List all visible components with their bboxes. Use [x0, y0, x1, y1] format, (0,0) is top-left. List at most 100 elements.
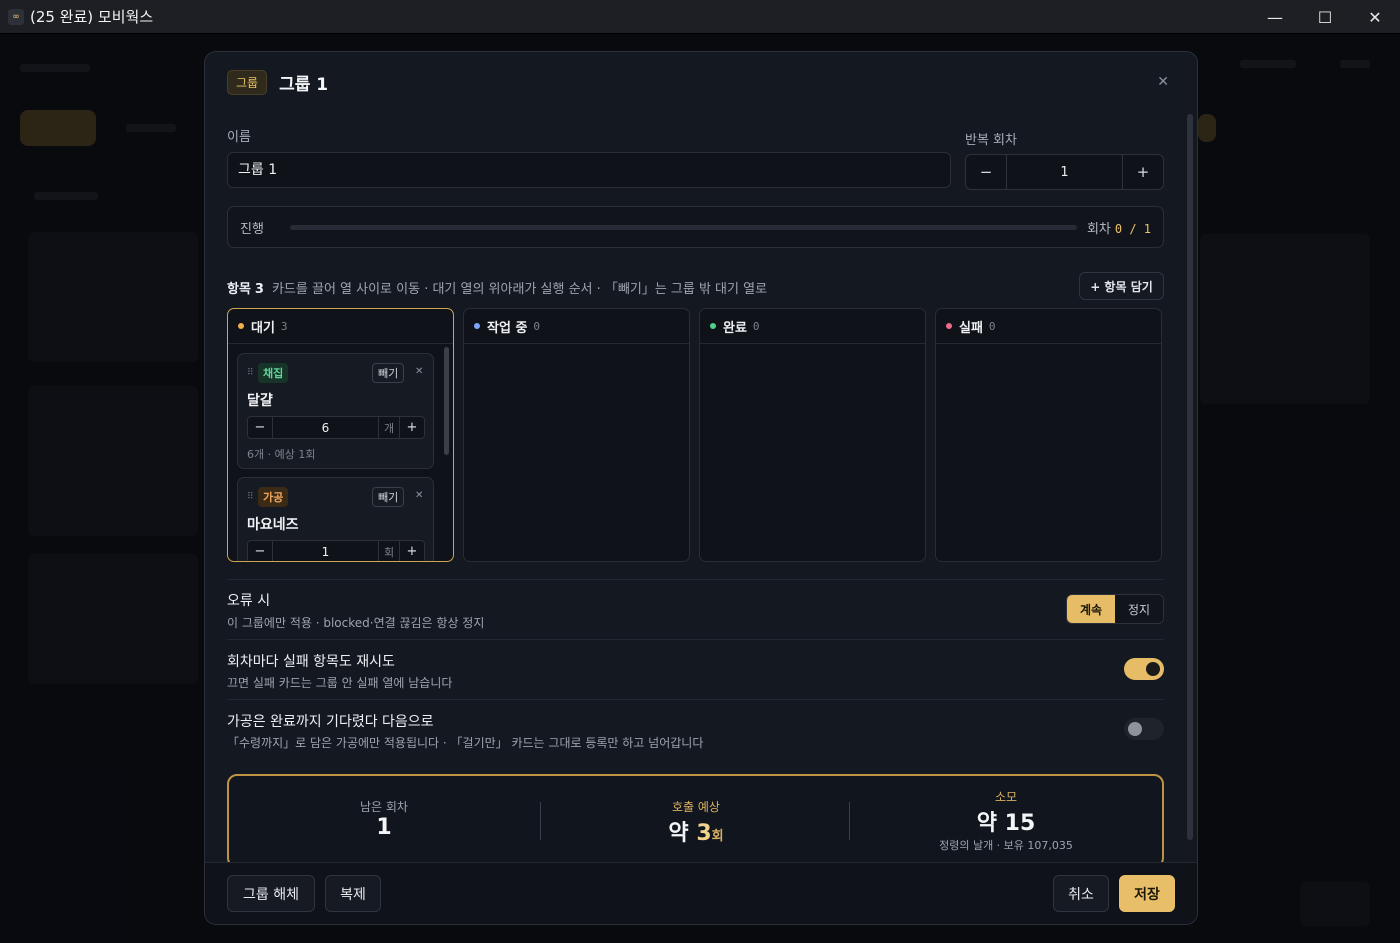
on-error-title: 오류 시	[227, 593, 271, 609]
cost-prefix: 약	[976, 811, 997, 836]
duplicate-button[interactable]: 복제	[325, 875, 381, 912]
wait-desc: 「수령까지」로 담은 가공에만 적용됩니다 · 「걸기만」 카드는 그대로 등록…	[227, 736, 704, 750]
quantity-stepper: − 1 회 +	[247, 540, 425, 561]
decrement-button[interactable]: −	[248, 541, 272, 561]
window-title: (25 완료) 모비웍스	[30, 8, 154, 26]
cost-value-row: 약 15	[851, 805, 1161, 837]
remove-from-group-button[interactable]: 빼기	[372, 363, 405, 383]
repeat-stepper: − 1 +	[965, 154, 1164, 190]
item-meta: 6개 · 예상 1회	[247, 448, 316, 461]
summary-panel: 남은 회차 1 호출 예상 약 3회 소모 약 15 정령의 날개 · 보유 1…	[227, 774, 1164, 862]
quantity-value[interactable]: 1	[272, 541, 378, 561]
progress-count: 회차 0 / 1	[1087, 218, 1151, 237]
save-button[interactable]: 저장	[1119, 875, 1175, 912]
divider	[227, 579, 1164, 580]
summary-cost: 소모 약 15 정령의 날개 · 보유 107,035	[851, 776, 1161, 862]
retry-title: 회차마다 실패 항목도 재시도	[227, 654, 395, 670]
cost-sub: 정령의 날개 · 보유 107,035	[939, 839, 1073, 852]
minimize-icon[interactable]: —	[1250, 0, 1300, 34]
quantity-stepper: − 6 개 +	[247, 416, 425, 439]
column-failed[interactable]: 실패 0	[935, 308, 1162, 562]
calls-label: 호출 예상	[672, 800, 720, 814]
round-count: 0 / 1	[1114, 221, 1151, 236]
name-input[interactable]: 그룹 1	[227, 152, 951, 188]
retry-toggle[interactable]	[1124, 658, 1164, 680]
app-icon: ∞	[8, 8, 24, 25]
increment-button[interactable]: +	[1123, 155, 1163, 189]
maximize-icon[interactable]: ☐	[1300, 0, 1350, 34]
decrement-button[interactable]: −	[966, 155, 1006, 189]
item-card[interactable]: ⠿ 가공 빼기 ✕ 마요네즈 − 1 회 +	[237, 477, 434, 561]
column-count: 0	[533, 319, 541, 333]
toggle-knob	[1128, 722, 1142, 736]
continue-option[interactable]: 계속	[1067, 595, 1115, 623]
add-item-button[interactable]: + 항목 담기	[1079, 272, 1164, 300]
status-dot	[946, 323, 952, 329]
status-dot	[474, 323, 480, 329]
quantity-unit: 개	[378, 417, 400, 438]
column-title: 실패	[959, 320, 983, 336]
repeat-label: 반복 회차	[965, 133, 1017, 148]
column-header: 대기 3	[228, 309, 453, 344]
drag-handle-icon[interactable]: ⠿	[247, 492, 254, 502]
column-header: 실패 0	[936, 309, 1161, 344]
column-title: 완료	[723, 320, 747, 336]
stop-option[interactable]: 정지	[1115, 595, 1163, 623]
modal-footer: 그룹 해체 복제 취소 저장	[205, 862, 1197, 924]
column-header: 완료 0	[700, 309, 925, 344]
quantity-value[interactable]: 6	[272, 417, 378, 438]
modal-body: 이름 그룹 1 반복 회차 − 1 + 진행 회차 0 / 1 항목 3 카드를 …	[205, 112, 1197, 862]
remaining-label: 남은 회차	[360, 800, 408, 814]
delete-item-icon[interactable]: ✕	[415, 490, 423, 501]
progress-label: 진행	[240, 221, 264, 237]
modal-scrollbar[interactable]	[1187, 114, 1193, 840]
item-name: 달걀	[247, 393, 273, 409]
status-dot	[238, 323, 244, 329]
cost-value: 15	[1004, 811, 1036, 836]
column-header: 작업 중 0	[464, 309, 689, 344]
column-scrollbar[interactable]	[444, 347, 449, 455]
item-tag: 가공	[258, 487, 289, 507]
calls-value: 3	[696, 821, 712, 846]
close-icon[interactable]: ✕	[1157, 74, 1169, 90]
column-in-progress[interactable]: 작업 중 0	[463, 308, 690, 562]
increment-button[interactable]: +	[400, 417, 424, 438]
modal-title: 그룹 1	[279, 75, 329, 95]
window-controls: — ☐ ✕	[1250, 0, 1400, 34]
column-waiting[interactable]: 대기 3 ⠿ 채집 빼기 ✕ 달걀 − 6 개 + 6개 · 예상 1회 ⠿ 가…	[227, 308, 454, 562]
calls-value-row: 약 3회	[541, 815, 851, 847]
modal-header: 그룹 그룹 1	[227, 70, 328, 95]
column-count: 3	[280, 319, 288, 333]
calls-prefix: 약	[668, 821, 689, 846]
wait-toggle[interactable]	[1124, 718, 1164, 740]
drag-handle-icon[interactable]: ⠿	[247, 368, 254, 378]
remove-from-group-button[interactable]: 빼기	[372, 487, 405, 507]
items-count: 3	[254, 282, 264, 297]
group-modal: 그룹 그룹 1 ✕ 이름 그룹 1 반복 회차 − 1 + 진행 회차 0 / 1…	[204, 51, 1198, 925]
on-error-desc: 이 그룹에만 적용 · blocked·연결 끊김은 항상 정지	[227, 616, 485, 630]
divider	[227, 699, 1164, 700]
calls-unit: 회	[711, 829, 724, 844]
close-window-icon[interactable]: ✕	[1350, 0, 1400, 34]
column-title: 작업 중	[487, 320, 528, 336]
column-done[interactable]: 완료 0	[699, 308, 926, 562]
status-dot	[710, 323, 716, 329]
divider	[227, 639, 1164, 640]
column-count: 0	[988, 319, 996, 333]
progress-bar	[290, 224, 1077, 230]
progress-row: 진행 회차 0 / 1	[227, 206, 1164, 248]
decrement-button[interactable]: −	[248, 417, 272, 438]
toggle-knob	[1146, 662, 1160, 676]
quantity-unit: 회	[378, 541, 400, 561]
item-card[interactable]: ⠿ 채집 빼기 ✕ 달걀 − 6 개 + 6개 · 예상 1회	[237, 353, 434, 469]
cancel-button[interactable]: 취소	[1053, 875, 1109, 912]
remaining-value: 1	[376, 815, 392, 840]
increment-button[interactable]: +	[400, 541, 424, 561]
delete-item-icon[interactable]: ✕	[415, 366, 423, 377]
items-header: 항목 3 카드를 끌어 열 사이로 이동 · 대기 열의 위아래가 실행 순서 …	[227, 278, 767, 297]
repeat-value[interactable]: 1	[1006, 155, 1123, 189]
ungroup-button[interactable]: 그룹 해체	[227, 875, 315, 912]
window-titlebar: ∞ (25 완료) 모비웍스 — ☐ ✕	[0, 0, 1400, 34]
column-title: 대기	[251, 320, 275, 336]
column-count: 0	[752, 319, 760, 333]
